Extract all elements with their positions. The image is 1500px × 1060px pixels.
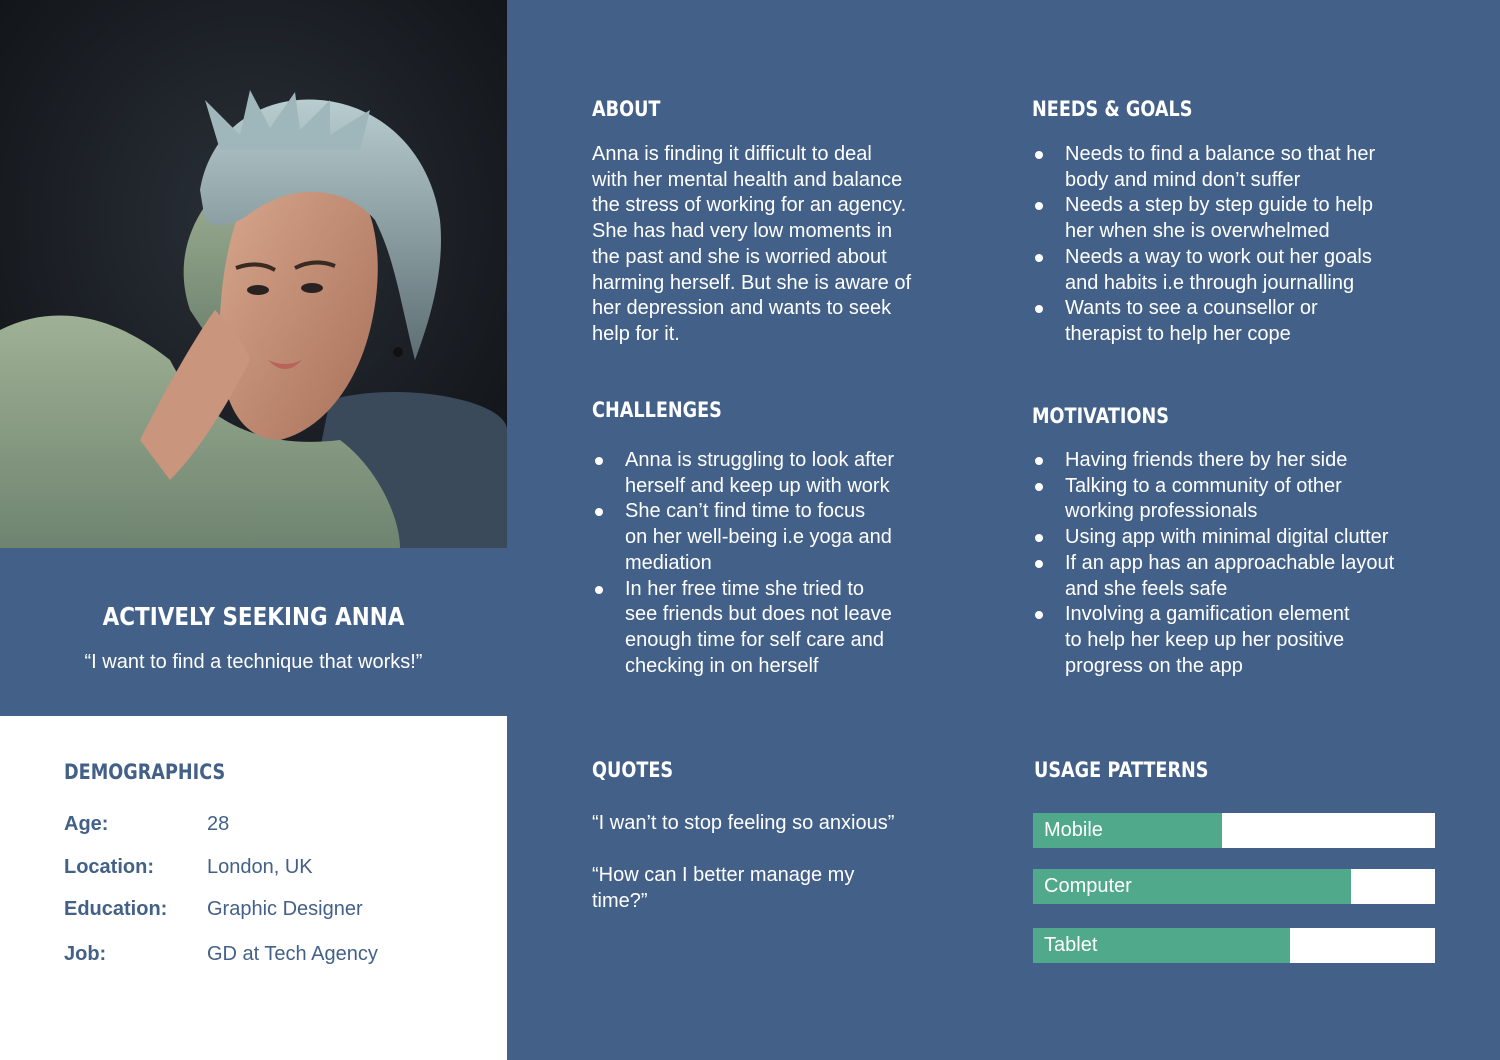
list-item-line: and she feels safe [1065, 577, 1228, 600]
list-item-line: progress on the app [1065, 654, 1243, 677]
bullet-icon [1035, 151, 1043, 159]
demographics-label: Age: [64, 813, 109, 835]
motivations-list: Having friends there by her side Talking… [1033, 448, 1473, 679]
list-item-line: on her well-being i.e yoga and [625, 526, 892, 549]
list-item-line: therapist to help her cope [1065, 322, 1291, 345]
list-item-line: enough time for self care and [625, 628, 885, 651]
list-item-line: Using app with minimal digital clutter [1065, 526, 1389, 549]
usage-bar-computer: Computer [1033, 869, 1435, 904]
list-item: Anna is struggling to look after herself … [593, 448, 973, 499]
bullet-icon [595, 508, 603, 517]
bullet-icon [1035, 482, 1043, 491]
list-item-line: and habits i.e through journalling [1065, 271, 1355, 294]
list-item-line: see friends but does not leave [625, 603, 892, 626]
about-heading: ABOUT [592, 97, 661, 121]
needs-goals-heading: NEEDS & GOALS [1032, 97, 1193, 121]
list-item-line: mediation [625, 551, 712, 574]
bullet-icon [1035, 611, 1043, 620]
about-line: the past and she is worried about [592, 245, 887, 268]
about-line: She has had very low moments in [592, 220, 893, 243]
bullet-icon [1035, 457, 1043, 465]
persona-quote: “I want to find a technique that works!” [84, 651, 423, 673]
challenges-list: Anna is struggling to look after herself … [593, 448, 973, 679]
list-item-line: If an app has an approachable layout [1065, 551, 1395, 574]
demographics-value: Graphic Designer [207, 898, 363, 920]
quote-line: time?” [592, 889, 648, 912]
usage-label: Mobile [1044, 819, 1103, 841]
list-item-line: checking in on herself [625, 654, 819, 677]
list-item-line: her when she is overwhelmed [1065, 220, 1330, 243]
list-item: She can’t find time to focus on her well-… [593, 499, 973, 576]
bullet-icon [1035, 202, 1043, 211]
usage-bar-mobile: Mobile [1033, 813, 1435, 848]
about-line: harming herself. But she is aware of [592, 271, 912, 294]
list-item: Using app with minimal digital clutter [1033, 525, 1473, 551]
usage-label: Computer [1044, 875, 1132, 897]
list-item: Talking to a community of other working p… [1033, 474, 1473, 525]
list-item-line: Needs to find a balance so that her [1065, 143, 1376, 165]
challenges-heading: CHALLENGES [592, 398, 722, 422]
list-item-line: Needs a step by step guide to help [1065, 194, 1373, 217]
persona-name: ACTIVELY SEEKING ANNA [102, 602, 405, 631]
about-line: with her mental health and balance [592, 168, 903, 191]
list-item: Having friends there by her side [1033, 448, 1473, 474]
bullet-icon [595, 457, 603, 465]
list-item: If an app has an approachable layout and … [1033, 551, 1473, 602]
about-text: Anna is finding it difficult to deal wit… [592, 142, 952, 348]
about-line: help for it. [592, 322, 680, 345]
needs-goals-list: Needs to find a balance so that her body … [1033, 142, 1453, 348]
list-item: Wants to see a counsellor or therapist to… [1033, 296, 1453, 347]
bullet-icon [1035, 534, 1043, 543]
list-item-line: to help her keep up her positive [1065, 628, 1345, 651]
list-item: Needs a way to work out her goals and hab… [1033, 245, 1453, 296]
list-item: Needs to find a balance so that her body … [1033, 142, 1453, 193]
demographics-label: Education: [64, 898, 168, 920]
about-line: her depression and wants to seek [592, 297, 892, 320]
list-item-line: herself and keep up with work [625, 474, 890, 497]
list-item: Needs a step by step guide to help her wh… [1033, 193, 1453, 244]
about-line: Anna is finding it difficult to deal [592, 143, 872, 165]
motivations-heading: MOTIVATIONS [1032, 404, 1169, 428]
list-item-line: In her free time she tried to [625, 577, 865, 600]
quote-line: “I wan’t to stop feeling so anxious” [592, 812, 895, 834]
list-item-line: Needs a way to work out her goals [1065, 245, 1372, 268]
quotes-heading: QUOTES [592, 758, 674, 782]
list-item: Involving a gamification element to help … [1033, 602, 1473, 679]
persona-photo [0, 0, 507, 548]
quote-item: “How can I better manage my time?” [592, 863, 972, 914]
demographics-value: London, UK [207, 856, 313, 878]
about-line: the stress of working for an agency. [592, 194, 907, 217]
demographics-value: GD at Tech Agency [207, 943, 378, 965]
demographics-heading: DEMOGRAPHICS [64, 760, 226, 784]
list-item-line: Talking to a community of other [1065, 474, 1342, 497]
list-item-line: Anna is struggling to look after [625, 449, 895, 471]
list-item-line: Wants to see a counsellor or [1065, 297, 1318, 320]
bullet-icon [1035, 305, 1043, 314]
quote-item: “I wan’t to stop feeling so anxious” [592, 811, 972, 837]
persona-band: ACTIVELY SEEKING ANNA “I want to find a … [0, 548, 507, 716]
usage-heading: USAGE PATTERNS [1034, 758, 1209, 782]
list-item-line: working professionals [1065, 500, 1258, 523]
bullet-icon [1035, 253, 1043, 262]
list-item-line: Having friends there by her side [1065, 449, 1348, 471]
demographics-label: Location: [64, 856, 154, 878]
usage-bar-tablet: Tablet [1033, 928, 1435, 963]
bullet-icon [595, 585, 603, 594]
list-item-line: Involving a gamification element [1065, 603, 1350, 626]
demographics-label: Job: [64, 943, 107, 965]
demographics-panel: DEMOGRAPHICS Age: 28 Location: London, U… [0, 716, 507, 1060]
demographics-value: 28 [207, 813, 230, 835]
list-item: In her free time she tried to see friends… [593, 577, 973, 680]
quote-line: “How can I better manage my [592, 864, 855, 886]
bullet-icon [1035, 559, 1043, 568]
list-item-line: body and mind don’t suffer [1065, 168, 1301, 191]
usage-label: Tablet [1044, 934, 1098, 956]
persona-portrait-image [0, 0, 507, 548]
list-item-line: She can’t find time to focus [625, 500, 866, 523]
